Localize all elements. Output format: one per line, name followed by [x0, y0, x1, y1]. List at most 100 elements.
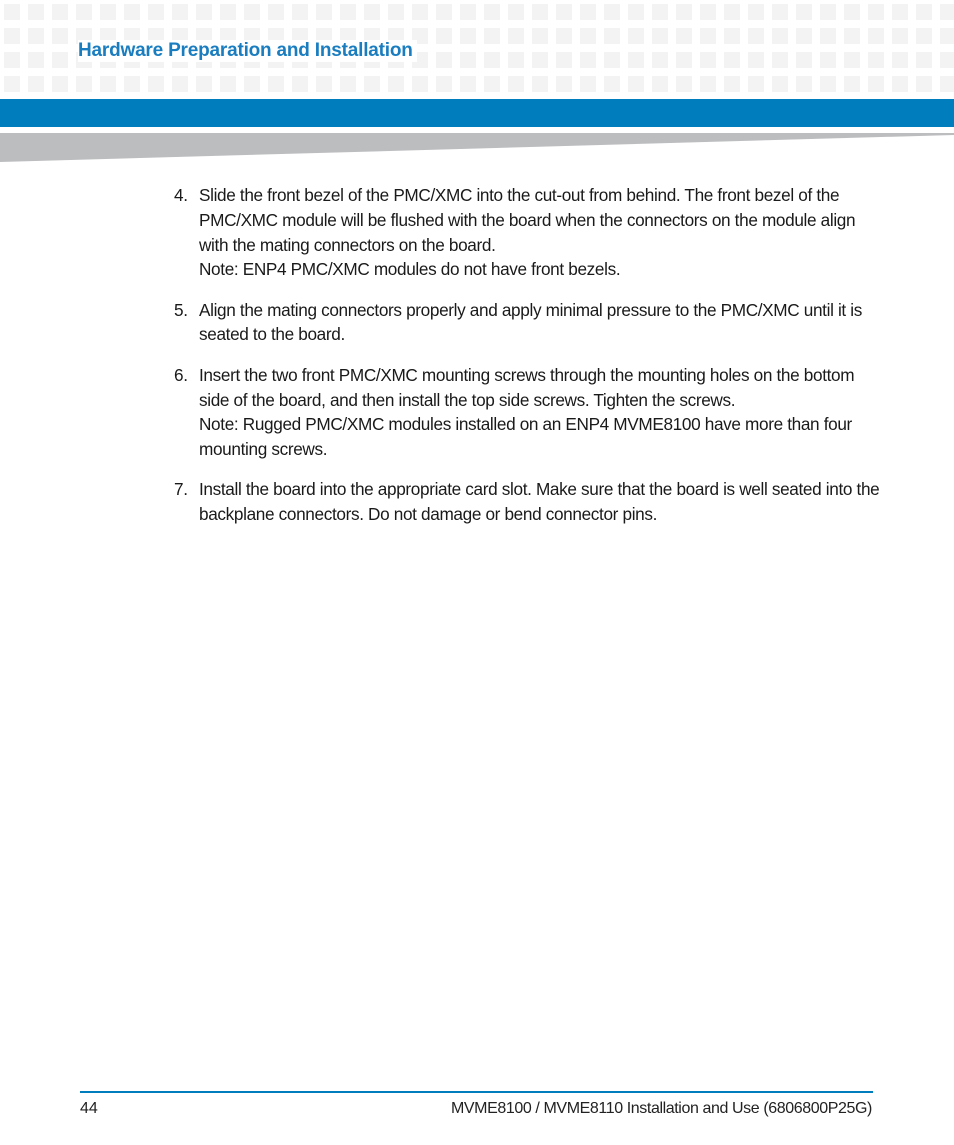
grid-square: [628, 4, 644, 20]
grid-square: [196, 4, 212, 20]
grid-square: [412, 76, 428, 92]
grid-square: [268, 4, 284, 20]
grid-square: [436, 28, 452, 44]
grid-square: [700, 4, 716, 20]
step-text: Slide the front bezel of the PMC/XMC int…: [199, 185, 856, 255]
grid-square: [844, 76, 860, 92]
grid-square: [52, 28, 68, 44]
grid-square: [580, 4, 596, 20]
grid-square: [868, 52, 884, 68]
grid-square: [508, 76, 524, 92]
grid-square: [820, 52, 836, 68]
grid-square: [940, 4, 954, 20]
grid-square: [604, 76, 620, 92]
grid-square: [796, 4, 812, 20]
grid-square: [868, 76, 884, 92]
grid-square: [28, 76, 44, 92]
grid-square: [388, 76, 404, 92]
page-number: 44: [80, 1100, 98, 1117]
grid-square: [100, 4, 116, 20]
grid-square: [580, 76, 596, 92]
grid-square: [820, 28, 836, 44]
grid-square: [76, 4, 92, 20]
grid-square: [220, 4, 236, 20]
grid-square: [436, 52, 452, 68]
grid-square: [484, 76, 500, 92]
grid-square: [436, 4, 452, 20]
footer-document-title: MVME8100 / MVME8110 Installation and Use…: [450, 1100, 872, 1117]
grid-square: [52, 4, 68, 20]
step-note: Note: Rugged PMC/XMC modules installed o…: [199, 414, 852, 460]
grid-square: [244, 4, 260, 20]
step-number: 4.: [174, 185, 188, 205]
grid-square: [220, 76, 236, 92]
step-item: 6. Insert the two front PMC/XMC mounting…: [174, 363, 884, 462]
grid-square: [28, 4, 44, 20]
grid-square: [52, 52, 68, 68]
grid-square: [604, 28, 620, 44]
grid-square: [4, 28, 20, 44]
grid-square: [508, 52, 524, 68]
grid-square: [460, 52, 476, 68]
grid-square: [676, 28, 692, 44]
grid-square: [268, 76, 284, 92]
grid-square: [844, 52, 860, 68]
step-item: 7. Install the board into the appropriat…: [174, 477, 884, 527]
grid-square: [292, 76, 308, 92]
grid-square: [4, 52, 20, 68]
grid-square: [460, 4, 476, 20]
grid-square: [436, 76, 452, 92]
grid-square: [460, 76, 476, 92]
grid-square: [172, 4, 188, 20]
grid-square: [868, 4, 884, 20]
grid-square: [772, 76, 788, 92]
grid-square: [916, 4, 932, 20]
grid-square: [148, 4, 164, 20]
grid-square: [100, 76, 116, 92]
step-item: 4. Slide the front bezel of the PMC/XMC …: [174, 183, 884, 282]
grid-square: [52, 76, 68, 92]
grid-square: [748, 52, 764, 68]
grid-square: [916, 52, 932, 68]
grid-square: [892, 28, 908, 44]
grid-square: [556, 28, 572, 44]
grid-square: [748, 4, 764, 20]
grid-square: [172, 76, 188, 92]
grid-square: [316, 76, 332, 92]
grid-square: [340, 76, 356, 92]
grid-square: [484, 4, 500, 20]
grid-square: [28, 52, 44, 68]
grid-square: [844, 28, 860, 44]
grid-square: [748, 76, 764, 92]
grid-square: [196, 76, 212, 92]
grid-square: [724, 76, 740, 92]
grid-square: [676, 52, 692, 68]
grid-square: [796, 76, 812, 92]
grid-square: [844, 4, 860, 20]
grid-square: [916, 28, 932, 44]
step-item: 5. Align the mating connectors properly …: [174, 298, 884, 348]
grid-square: [124, 4, 140, 20]
grid-square: [28, 28, 44, 44]
grid-square: [724, 4, 740, 20]
grid-square: [508, 28, 524, 44]
instruction-list: 4. Slide the front bezel of the PMC/XMC …: [174, 183, 884, 543]
step-text: Insert the two front PMC/XMC mounting sc…: [199, 364, 855, 410]
grid-square: [676, 4, 692, 20]
grid-square: [412, 4, 428, 20]
grid-square: [556, 52, 572, 68]
grid-square: [124, 76, 140, 92]
grid-square: [940, 28, 954, 44]
grid-square: [484, 28, 500, 44]
header-gray-wedge: [0, 133, 954, 162]
footer-rule: [80, 1091, 873, 1093]
grid-square: [364, 4, 380, 20]
step-number: 5.: [174, 299, 188, 320]
grid-square: [772, 52, 788, 68]
grid-square: [532, 76, 548, 92]
grid-square: [796, 28, 812, 44]
grid-square: [532, 52, 548, 68]
header-blue-band: [0, 99, 954, 127]
grid-square: [820, 4, 836, 20]
grid-square: [868, 28, 884, 44]
